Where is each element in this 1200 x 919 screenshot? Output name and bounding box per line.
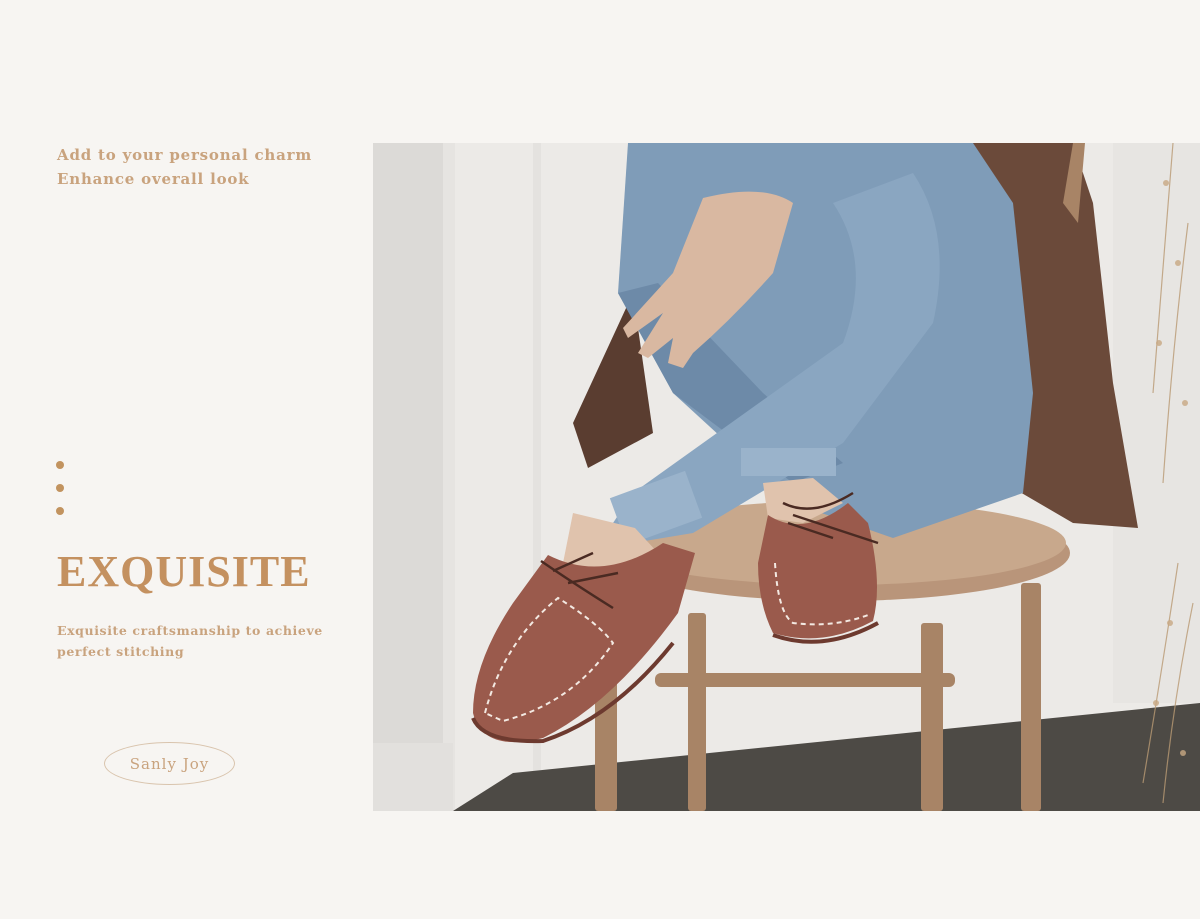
decorative-dots [56,461,66,530]
product-photo [373,143,1200,811]
headline: EXQUISITE [57,547,311,596]
product-photo-illustration [373,143,1200,811]
tagline-line-2: Enhance overall look [57,170,250,188]
tagline: Add to your personal charm Enhance overa… [57,143,312,191]
dot-icon [56,484,64,492]
tagline-line-1: Add to your personal charm [57,146,313,164]
description: Exquisite craftsmanship to achieve perfe… [57,623,323,659]
brand-logo: Sanly Joy [104,742,235,785]
dot-icon [56,507,64,515]
page: Add to your personal charm Enhance overa… [0,0,1200,919]
dot-icon [56,461,64,469]
